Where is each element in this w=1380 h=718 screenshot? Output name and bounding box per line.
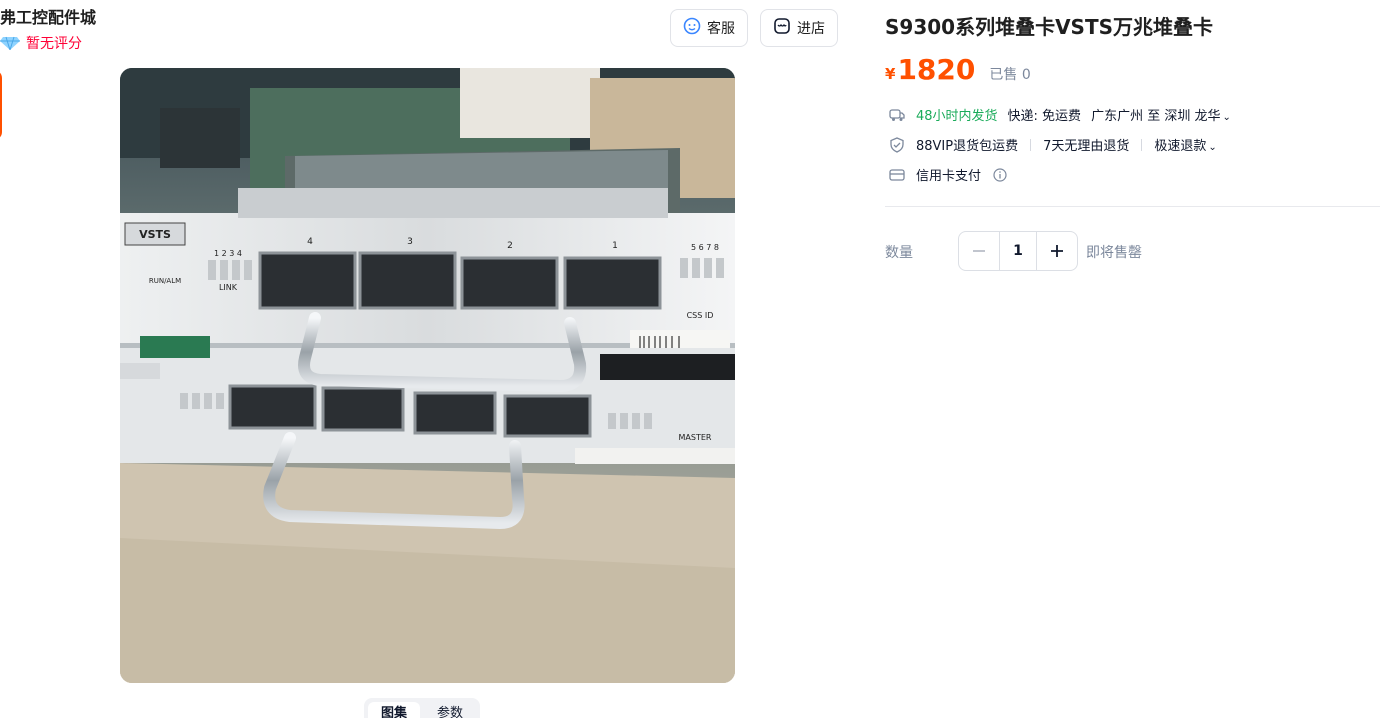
photo-css-numbers: 5 6 7 8: [691, 243, 719, 252]
photo-port-3: 3: [407, 237, 413, 247]
rating-text: 暂无评分: [26, 36, 82, 52]
seven-day-return: 7天无理由退货: [1043, 139, 1130, 154]
shop-icon: [773, 17, 791, 39]
shop-label: 进店: [797, 21, 825, 37]
shield-icon: [888, 136, 906, 154]
payment-row: 信用卡支付: [888, 165, 1009, 184]
credit-card-payment: 信用卡支付: [916, 169, 982, 184]
photo-master-label: MASTER: [679, 433, 712, 442]
store-name[interactable]: 弗工控配件城: [0, 4, 96, 28]
minus-icon: [973, 250, 985, 252]
info-icon[interactable]: [991, 166, 1009, 184]
stock-status: 即将售罄: [1086, 245, 1142, 261]
side-tab[interactable]: [0, 70, 2, 140]
chevron-down-icon: ⌄: [1208, 142, 1217, 153]
chevron-down-icon: ⌄: [1222, 112, 1231, 123]
diamond-icon: [0, 36, 20, 51]
enter-shop-button[interactable]: 进店: [760, 9, 838, 47]
fast-refund[interactable]: 极速退款 ⌄: [1154, 135, 1216, 154]
store-rating: 暂无评分: [0, 33, 82, 53]
tab-gallery[interactable]: 图集: [368, 702, 420, 718]
photo-link-label: LINK: [219, 283, 238, 292]
quantity-label: 数量: [885, 245, 913, 261]
customer-service-button[interactable]: 客服: [670, 9, 748, 47]
service-row: 88VIP退货包运费 7天无理由退货 极速退款 ⌄: [888, 135, 1217, 154]
truck-icon: [888, 106, 906, 124]
photo-port-2: 2: [507, 241, 513, 251]
photo-run-alm-label: RUN/ALM: [149, 277, 181, 285]
photo-led-numbers: 1 2 3 4: [214, 249, 242, 258]
image-tab-bar: 图集 参数: [364, 698, 480, 718]
divider: [1141, 138, 1143, 151]
divider: [1030, 138, 1032, 151]
dispatch-time: 48小时内发货: [916, 109, 998, 124]
sold-count: 已售 0: [989, 67, 1031, 83]
service-label: 客服: [707, 21, 735, 37]
product-main-image[interactable]: VSTS 4 3 2 1 LINK RUN/ALM CSS ID 1 2 3 4…: [120, 68, 735, 683]
decrease-button[interactable]: [959, 232, 999, 270]
section-divider: [885, 206, 1380, 207]
service-icon: [683, 17, 701, 39]
shipping-route[interactable]: 广东广州 至 深圳 龙华 ⌄: [1091, 105, 1231, 124]
price-value: 1820: [897, 53, 976, 86]
photo-css-id-label: CSS ID: [687, 311, 714, 320]
shipping-row: 48小时内发货 快递: 免运费 广东广州 至 深圳 龙华 ⌄: [888, 105, 1231, 124]
quantity-stepper: 1: [958, 231, 1078, 271]
plus-icon: [1051, 245, 1063, 257]
photo-port-4: 4: [307, 237, 313, 247]
photo-vsts-label: VSTS: [139, 228, 171, 241]
product-photo: VSTS 4 3 2 1 LINK RUN/ALM CSS ID 1 2 3 4…: [120, 68, 735, 683]
tab-params[interactable]: 参数: [424, 702, 476, 718]
express-fee: 快递: 免运费: [1007, 109, 1082, 124]
credit-card-icon: [888, 166, 906, 184]
quantity-input[interactable]: 1: [999, 232, 1037, 270]
increase-button[interactable]: [1037, 232, 1077, 270]
product-title: S9300系列堆叠卡VSTS万兆堆叠卡: [885, 15, 1213, 39]
currency-symbol: ¥: [885, 65, 896, 83]
photo-port-1: 1: [612, 241, 618, 251]
price-row: ¥ 1820 已售 0: [885, 53, 1031, 86]
vip-return-service: 88VIP退货包运费: [916, 139, 1019, 154]
